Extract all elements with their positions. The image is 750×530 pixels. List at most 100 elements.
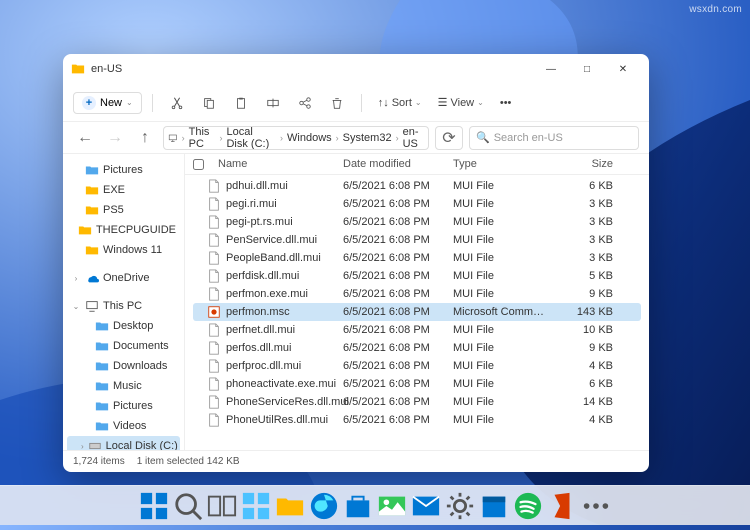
sidebar-item-documents[interactable]: Documents xyxy=(67,336,180,356)
taskbar-office-icon[interactable] xyxy=(547,491,577,521)
file-size: 6 KB xyxy=(553,378,613,390)
chevron-down-icon: ⌄ xyxy=(477,98,484,107)
copy-button[interactable] xyxy=(195,89,223,117)
file-type: Microsoft Comm… xyxy=(453,306,553,318)
sidebar-item-ps5[interactable]: PS5 xyxy=(67,200,180,220)
titlebar[interactable]: en-US — □ ✕ xyxy=(63,54,649,84)
file-date: 6/5/2021 6:08 PM xyxy=(343,306,453,318)
file-type: MUI File xyxy=(453,396,553,408)
sidebar-item-videos[interactable]: Videos xyxy=(67,416,180,436)
taskbar-search-icon[interactable] xyxy=(173,491,203,521)
breadcrumb-item[interactable]: Windows xyxy=(287,132,332,144)
column-headers[interactable]: Name Date modified Type Size xyxy=(185,154,649,175)
taskbar-store-icon[interactable] xyxy=(343,491,373,521)
sidebar-item-onedrive[interactable]: ›OneDrive xyxy=(67,268,180,288)
address-bar-row: ← → ↑ › This PC›Local Disk (C:)›Windows›… xyxy=(63,122,649,154)
file-type: MUI File xyxy=(453,198,553,210)
statusbar: 1,724 items 1 item selected 142 KB xyxy=(63,450,649,472)
file-row[interactable]: phoneactivate.exe.mui6/5/2021 6:08 PMMUI… xyxy=(193,375,641,393)
rename-button[interactable] xyxy=(259,89,287,117)
file-row[interactable]: perfnet.dll.mui6/5/2021 6:08 PMMUI File1… xyxy=(193,321,641,339)
breadcrumb[interactable]: › This PC›Local Disk (C:)›Windows›System… xyxy=(163,126,429,150)
delete-button[interactable] xyxy=(323,89,351,117)
taskbar-settings-icon[interactable] xyxy=(445,491,475,521)
sidebar-item-windows-11[interactable]: Windows 11 xyxy=(67,240,180,260)
sidebar-item-pictures[interactable]: Pictures xyxy=(67,396,180,416)
new-label: New xyxy=(100,97,122,109)
taskbar-mail-icon[interactable] xyxy=(411,491,441,521)
forward-button[interactable]: → xyxy=(103,126,127,150)
taskbar-more-icon[interactable] xyxy=(581,491,611,521)
paste-button[interactable] xyxy=(227,89,255,117)
select-all-checkbox[interactable] xyxy=(193,159,204,170)
file-row[interactable]: perfproc.dll.mui6/5/2021 6:08 PMMUI File… xyxy=(193,357,641,375)
file-type: MUI File xyxy=(453,288,553,300)
sidebar: PicturesEXEPS5THECPUGUIDEWindows 11›OneD… xyxy=(63,154,185,450)
file-row[interactable]: perfdisk.dll.mui6/5/2021 6:08 PMMUI File… xyxy=(193,267,641,285)
sidebar-item-pictures[interactable]: Pictures xyxy=(67,160,180,180)
taskbar-explorer-icon[interactable] xyxy=(275,491,305,521)
taskbar-calendar-icon[interactable] xyxy=(479,491,509,521)
breadcrumb-item[interactable]: This PC xyxy=(189,126,216,150)
file-row[interactable]: pegi-pt.rs.mui6/5/2021 6:08 PMMUI File3 … xyxy=(193,213,641,231)
file-name: pdhui.dll.mui xyxy=(226,180,288,192)
view-button[interactable]: ☰ View ⌄ xyxy=(432,96,490,109)
taskbar-widgets-icon[interactable] xyxy=(241,491,271,521)
breadcrumb-item[interactable]: System32 xyxy=(343,132,392,144)
file-size: 5 KB xyxy=(553,270,613,282)
file-row[interactable]: pdhui.dll.mui6/5/2021 6:08 PMMUI File6 K… xyxy=(193,177,641,195)
more-button[interactable]: ••• xyxy=(494,97,518,109)
sidebar-item-thispc[interactable]: ⌄This PC xyxy=(67,296,180,316)
file-date: 6/5/2021 6:08 PM xyxy=(343,180,453,192)
chevron-down-icon: ⌄ xyxy=(415,98,422,107)
file-size: 9 KB xyxy=(553,342,613,354)
file-type: MUI File xyxy=(453,234,553,246)
sidebar-item-local-disk-c-[interactable]: ›Local Disk (C:) xyxy=(67,436,180,450)
sidebar-item-music[interactable]: Music xyxy=(67,376,180,396)
file-name: phoneactivate.exe.mui xyxy=(226,378,336,390)
maximize-button[interactable]: □ xyxy=(569,54,605,84)
back-button[interactable]: ← xyxy=(73,126,97,150)
search-input[interactable]: 🔍 Search en-US xyxy=(469,126,639,150)
sort-button[interactable]: ↑↓ Sort ⌄ xyxy=(372,97,428,109)
file-row[interactable]: perfos.dll.mui6/5/2021 6:08 PMMUI File9 … xyxy=(193,339,641,357)
file-name: perfmon.msc xyxy=(226,306,290,318)
new-button[interactable]: + New ⌄ xyxy=(73,92,142,114)
sidebar-item-desktop[interactable]: Desktop xyxy=(67,316,180,336)
taskbar-start-icon[interactable] xyxy=(139,491,169,521)
file-date: 6/5/2021 6:08 PM xyxy=(343,414,453,426)
chevron-down-icon: ⌄ xyxy=(126,98,133,107)
file-type: MUI File xyxy=(453,360,553,372)
cut-button[interactable] xyxy=(163,89,191,117)
refresh-button[interactable]: ⟳ xyxy=(435,126,463,150)
file-row[interactable]: PhoneServiceRes.dll.mui6/5/2021 6:08 PMM… xyxy=(193,393,641,411)
file-name: perfos.dll.mui xyxy=(226,342,291,354)
taskbar-spotify-icon[interactable] xyxy=(513,491,543,521)
taskbar-taskview-icon[interactable] xyxy=(207,491,237,521)
file-row[interactable]: PeopleBand.dll.mui6/5/2021 6:08 PMMUI Fi… xyxy=(193,249,641,267)
file-list[interactable]: pdhui.dll.mui6/5/2021 6:08 PMMUI File6 K… xyxy=(185,175,649,450)
file-row[interactable]: perfmon.msc 6/5/2021 6:08 PMMicrosoft Com… xyxy=(193,303,641,321)
file-row[interactable]: pegi.ri.mui6/5/2021 6:08 PMMUI File3 KB xyxy=(193,195,641,213)
sidebar-item-downloads[interactable]: Downloads xyxy=(67,356,180,376)
file-row[interactable]: perfmon.exe.mui6/5/2021 6:08 PMMUI File9… xyxy=(193,285,641,303)
file-size: 3 KB xyxy=(553,198,613,210)
taskbar-photos-icon[interactable] xyxy=(377,491,407,521)
close-button[interactable]: ✕ xyxy=(605,54,641,84)
file-date: 6/5/2021 6:08 PM xyxy=(343,216,453,228)
minimize-button[interactable]: — xyxy=(533,54,569,84)
file-row[interactable]: PhoneUtilRes.dll.mui6/5/2021 6:08 PMMUI … xyxy=(193,411,641,429)
file-size: 3 KB xyxy=(553,252,613,264)
breadcrumb-item[interactable]: Local Disk (C:) xyxy=(226,126,276,150)
sidebar-item-exe[interactable]: EXE xyxy=(67,180,180,200)
file-row[interactable]: PenService.dll.mui6/5/2021 6:08 PMMUI Fi… xyxy=(193,231,641,249)
taskbar-edge-icon[interactable] xyxy=(309,491,339,521)
sidebar-item-thecpuguide[interactable]: THECPUGUIDE xyxy=(67,220,180,240)
file-date: 6/5/2021 6:08 PM xyxy=(343,342,453,354)
taskbar[interactable] xyxy=(0,485,750,525)
file-name: pegi-pt.rs.mui xyxy=(226,216,293,228)
share-button[interactable] xyxy=(291,89,319,117)
breadcrumb-item[interactable]: en-US xyxy=(403,126,424,150)
window-title: en-US xyxy=(91,63,533,75)
up-button[interactable]: ↑ xyxy=(133,126,157,150)
